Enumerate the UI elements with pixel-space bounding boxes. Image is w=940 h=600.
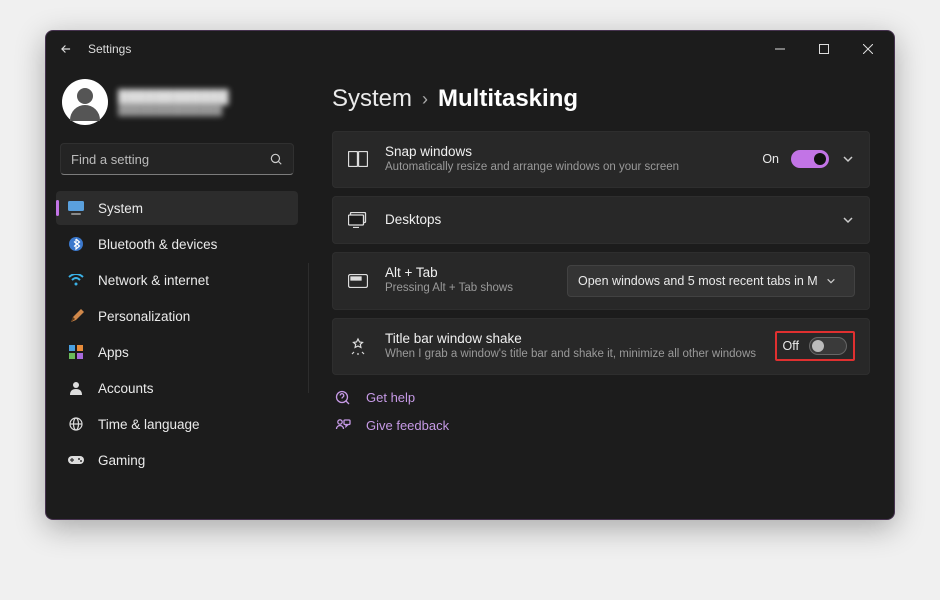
sidebar-item-label: Bluetooth & devices: [98, 237, 217, 252]
card-title: Desktops: [385, 212, 825, 227]
apps-icon: [68, 344, 84, 360]
sidebar-item-label: Network & internet: [98, 273, 209, 288]
snap-windows-card[interactable]: Snap windows Automatically resize and ar…: [332, 131, 870, 188]
title-bar-shake-toggle[interactable]: [809, 337, 847, 355]
chevron-right-icon: ›: [422, 89, 428, 110]
sidebar-item-label: Accounts: [98, 381, 154, 396]
sidebar-item-label: Personalization: [98, 309, 190, 324]
sidebar-item-label: Gaming: [98, 453, 145, 468]
snap-icon: [347, 148, 369, 170]
alt-tab-card: Alt + Tab Pressing Alt + Tab shows Open …: [332, 252, 870, 310]
give-feedback-link[interactable]: Give feedback: [334, 417, 870, 435]
shake-icon: [347, 335, 369, 357]
profile-name: ████████████: [118, 89, 229, 104]
highlight-box: Off: [775, 331, 855, 361]
titlebar: Settings: [46, 31, 894, 67]
window-controls: [758, 34, 890, 64]
profile-text: ████████████ ██████████████: [118, 89, 229, 116]
card-right: On: [762, 150, 855, 168]
sidebar-item-label: Time & language: [98, 417, 200, 432]
search-box[interactable]: [60, 143, 294, 175]
select-value: Open windows and 5 most recent tabs in M: [578, 274, 818, 288]
search-input[interactable]: [71, 152, 269, 167]
link-label: Get help: [366, 390, 415, 405]
titlebar-left: Settings: [58, 41, 131, 57]
card-right: Off: [775, 331, 855, 361]
main-panel: System › Multitasking Snap windows Autom…: [308, 67, 894, 519]
nav: System Bluetooth & devices Network & int…: [56, 191, 298, 477]
card-text: Title bar window shake When I grab a win…: [385, 331, 759, 362]
back-button[interactable]: [58, 41, 74, 57]
card-sub: Automatically resize and arrange windows…: [385, 160, 746, 175]
brush-icon: [68, 308, 84, 324]
page-title: Multitasking: [438, 85, 578, 113]
desktops-icon: [347, 209, 369, 231]
sidebar-item-apps[interactable]: Apps: [56, 335, 298, 369]
person-icon: [68, 380, 84, 396]
sidebar-item-accounts[interactable]: Accounts: [56, 371, 298, 405]
gaming-icon: [68, 452, 84, 468]
alt-tab-icon: [347, 270, 369, 292]
expand-button[interactable]: [841, 213, 855, 227]
body: ████████████ ██████████████ System Bluet…: [46, 67, 894, 519]
card-right: Open windows and 5 most recent tabs in M: [567, 265, 855, 297]
wifi-icon: [68, 272, 84, 288]
alt-tab-select[interactable]: Open windows and 5 most recent tabs in M: [567, 265, 855, 297]
search-icon: [269, 152, 283, 166]
sidebar-separator: [308, 263, 309, 393]
sidebar-item-network[interactable]: Network & internet: [56, 263, 298, 297]
sidebar: ████████████ ██████████████ System Bluet…: [46, 67, 308, 519]
profile-email: ██████████████: [118, 104, 229, 116]
sidebar-item-label: System: [98, 201, 143, 216]
help-icon: [334, 389, 352, 407]
card-text: Snap windows Automatically resize and ar…: [385, 144, 746, 175]
settings-window: Settings ████████████ ██████████████: [45, 30, 895, 520]
sidebar-item-label: Apps: [98, 345, 129, 360]
card-text: Desktops: [385, 212, 825, 227]
title-bar-shake-card: Title bar window shake When I grab a win…: [332, 318, 870, 375]
get-help-link[interactable]: Get help: [334, 389, 870, 407]
card-title: Title bar window shake: [385, 331, 759, 346]
sidebar-item-personalization[interactable]: Personalization: [56, 299, 298, 333]
toggle-state-label: Off: [783, 339, 799, 353]
profile[interactable]: ████████████ ██████████████: [56, 75, 298, 139]
sidebar-item-system[interactable]: System: [56, 191, 298, 225]
feedback-icon: [334, 417, 352, 435]
close-button[interactable]: [846, 34, 890, 64]
card-text: Alt + Tab Pressing Alt + Tab shows: [385, 265, 551, 296]
help-links: Get help Give feedback: [332, 389, 870, 435]
breadcrumb: System › Multitasking: [332, 85, 870, 113]
bluetooth-icon: [68, 236, 84, 252]
sidebar-item-time-language[interactable]: Time & language: [56, 407, 298, 441]
card-title: Alt + Tab: [385, 265, 551, 280]
expand-button[interactable]: [841, 152, 855, 166]
card-right: [841, 213, 855, 227]
link-label: Give feedback: [366, 418, 449, 433]
desktops-card[interactable]: Desktops: [332, 196, 870, 244]
sidebar-item-bluetooth[interactable]: Bluetooth & devices: [56, 227, 298, 261]
card-sub: When I grab a window's title bar and sha…: [385, 347, 759, 362]
snap-windows-toggle[interactable]: [791, 150, 829, 168]
toggle-state-label: On: [762, 152, 779, 166]
minimize-button[interactable]: [758, 34, 802, 64]
card-title: Snap windows: [385, 144, 746, 159]
app-title: Settings: [88, 42, 131, 56]
system-icon: [68, 200, 84, 216]
globe-icon: [68, 416, 84, 432]
card-sub: Pressing Alt + Tab shows: [385, 281, 551, 296]
avatar: [62, 79, 108, 125]
maximize-button[interactable]: [802, 34, 846, 64]
chevron-down-icon: [826, 276, 836, 286]
sidebar-item-gaming[interactable]: Gaming: [56, 443, 298, 477]
breadcrumb-parent[interactable]: System: [332, 85, 412, 113]
